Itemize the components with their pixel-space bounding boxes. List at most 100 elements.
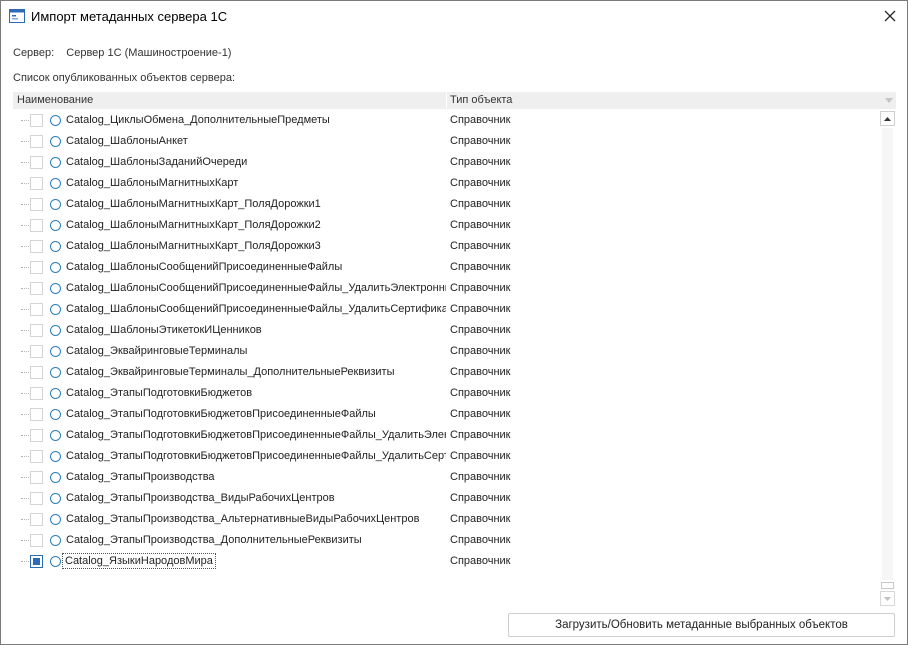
- row-type: Справочник: [450, 534, 511, 546]
- row-type: Справочник: [450, 114, 511, 126]
- chevron-up-icon: [884, 116, 891, 121]
- table-row[interactable]: Catalog_ШаблоныМагнитныхКарт_ПоляДорожки…: [13, 194, 879, 215]
- header-menu-button[interactable]: [881, 93, 896, 108]
- circle-icon: [50, 262, 61, 273]
- table-row[interactable]: Catalog_ЭтапыПроизводства_ВидыРабочихЦен…: [13, 488, 879, 509]
- tree-connector: [21, 204, 29, 205]
- row-checkbox[interactable]: [30, 282, 43, 295]
- scroll-track[interactable]: [882, 128, 893, 580]
- table-row[interactable]: Catalog_ЭквайринговыеТерминалы_Дополните…: [13, 362, 879, 383]
- row-type: Справочник: [450, 303, 511, 315]
- row-type: Справочник: [450, 387, 511, 399]
- row-type: Справочник: [450, 261, 511, 273]
- tree-connector: [21, 351, 29, 352]
- row-checkbox[interactable]: [30, 324, 43, 337]
- table-row[interactable]: Catalog_ШаблоныМагнитныхКарт_ПоляДорожки…: [13, 215, 879, 236]
- objects-grid[interactable]: Наименование Тип объекта Catalog_ЦиклыОб…: [13, 92, 896, 608]
- objects-list-caption: Список опубликованных объектов сервера:: [13, 72, 236, 84]
- circle-icon: [50, 493, 61, 504]
- row-checkbox[interactable]: [30, 261, 43, 274]
- row-checkbox[interactable]: [30, 366, 43, 379]
- row-checkbox[interactable]: [30, 492, 43, 505]
- row-checkbox[interactable]: [30, 471, 43, 484]
- circle-icon: [50, 325, 61, 336]
- row-checkbox[interactable]: [30, 534, 43, 547]
- table-row[interactable]: Catalog_ШаблоныСообщенийПрисоединенныеФа…: [13, 257, 879, 278]
- row-checkbox[interactable]: [30, 513, 43, 526]
- column-header-type[interactable]: Тип объекта: [450, 94, 512, 106]
- table-row[interactable]: Catalog_ЭтапыПроизводства Справочник: [13, 467, 879, 488]
- row-name: Catalog_ШаблоныМагнитныхКарт: [66, 177, 239, 189]
- row-name: Catalog_ШаблоныМагнитныхКарт_ПоляДорожки…: [66, 240, 321, 252]
- circle-icon: [50, 199, 61, 210]
- table-row[interactable]: Catalog_ЭтапыПодготовкиБюджетовПрисоедин…: [13, 404, 879, 425]
- row-checkbox[interactable]: [30, 408, 43, 421]
- row-checkbox[interactable]: [30, 240, 43, 253]
- circle-icon: [50, 451, 61, 462]
- table-row[interactable]: Catalog_ЭквайринговыеТерминалы Справочник: [13, 341, 879, 362]
- row-type: Справочник: [450, 450, 511, 462]
- row-checkbox[interactable]: [30, 198, 43, 211]
- row-type: Справочник: [450, 471, 511, 483]
- server-label: Сервер:: [13, 47, 55, 59]
- table-row[interactable]: Catalog_ЦиклыОбмена_ДополнительныеПредме…: [13, 110, 879, 131]
- load-metadata-button[interactable]: Загрузить/Обновить метаданные выбранных …: [508, 613, 895, 637]
- table-row[interactable]: Catalog_ШаблоныМагнитныхКарт Справочник: [13, 173, 879, 194]
- tree-connector: [21, 330, 29, 331]
- table-row[interactable]: Catalog_ШаблоныСообщенийПрисоединенныеФа…: [13, 278, 879, 299]
- scroll-up-button[interactable]: [880, 111, 895, 126]
- row-name: Catalog_ШаблоныСообщенийПрисоединенныеФа…: [66, 303, 446, 315]
- server-value: Сервер 1С (Машиностроение-1): [66, 47, 232, 59]
- table-row[interactable]: Catalog_ЭтапыПроизводства_Дополнительные…: [13, 530, 879, 551]
- row-type: Справочник: [450, 366, 511, 378]
- row-checkbox[interactable]: [30, 345, 43, 358]
- row-name: Catalog_ЭтапыПроизводства_Альтернативные…: [66, 513, 420, 525]
- vertical-scrollbar[interactable]: [879, 110, 896, 608]
- scroll-thumb[interactable]: [881, 582, 894, 589]
- column-separator[interactable]: [446, 93, 447, 108]
- row-name: Catalog_ШаблоныАнкет: [66, 135, 188, 147]
- table-row[interactable]: Catalog_ШаблоныАнкет Справочник: [13, 131, 879, 152]
- row-checkbox[interactable]: [30, 156, 43, 169]
- row-checkbox[interactable]: [30, 135, 43, 148]
- tree-connector: [21, 246, 29, 247]
- row-checkbox[interactable]: [30, 555, 43, 568]
- row-name: Catalog_ШаблоныЭтикетокИЦенников: [66, 324, 262, 336]
- row-checkbox[interactable]: [30, 429, 43, 442]
- tree-connector: [21, 162, 29, 163]
- tree-connector: [21, 183, 29, 184]
- row-name: Catalog_ШаблоныСообщенийПрисоединенныеФа…: [66, 261, 343, 273]
- column-header-name[interactable]: Наименование: [17, 94, 93, 106]
- row-name: Catalog_ЭквайринговыеТерминалы_Дополните…: [66, 366, 395, 378]
- row-name: Catalog_ЭтапыПодготовкиБюджетовПрисоедин…: [66, 450, 446, 462]
- tree-connector: [21, 477, 29, 478]
- grid-rows: Catalog_ЦиклыОбмена_ДополнительныеПредме…: [13, 110, 879, 608]
- row-name: Catalog_ШаблоныЗаданийОчереди: [66, 156, 248, 168]
- table-row[interactable]: Catalog_ШаблоныМагнитныхКарт_ПоляДорожки…: [13, 236, 879, 257]
- row-checkbox[interactable]: [30, 219, 43, 232]
- table-row[interactable]: Catalog_ЯзыкиНародовМира Справочник: [13, 551, 879, 572]
- row-checkbox[interactable]: [30, 387, 43, 400]
- table-row[interactable]: Catalog_ЭтапыПроизводства_Альтернативные…: [13, 509, 879, 530]
- circle-icon: [50, 346, 61, 357]
- table-row[interactable]: Catalog_ЭтапыПодготовкиБюджетов Справочни…: [13, 383, 879, 404]
- row-checkbox[interactable]: [30, 114, 43, 127]
- table-row[interactable]: Catalog_ШаблоныЗаданийОчереди Справочник: [13, 152, 879, 173]
- table-row[interactable]: Catalog_ШаблоныЭтикетокИЦенников Справочн…: [13, 320, 879, 341]
- table-row[interactable]: Catalog_ЭтапыПодготовкиБюджетовПрисоедин…: [13, 446, 879, 467]
- row-checkbox[interactable]: [30, 303, 43, 316]
- row-type: Справочник: [450, 513, 511, 525]
- table-row[interactable]: Catalog_ШаблоныСообщенийПрисоединенныеФа…: [13, 299, 879, 320]
- row-checkbox[interactable]: [30, 177, 43, 190]
- table-row[interactable]: Catalog_ЭтапыПодготовкиБюджетовПрисоедин…: [13, 425, 879, 446]
- row-name: Catalog_ЭтапыПроизводства: [66, 471, 215, 483]
- circle-icon: [50, 283, 61, 294]
- circle-icon: [50, 220, 61, 231]
- scroll-down-button[interactable]: [880, 591, 895, 606]
- row-type: Справочник: [450, 324, 511, 336]
- row-name: Catalog_ШаблоныМагнитныхКарт_ПоляДорожки…: [66, 198, 321, 210]
- tree-connector: [21, 393, 29, 394]
- row-checkbox[interactable]: [30, 450, 43, 463]
- close-button[interactable]: [879, 5, 901, 27]
- row-type: Справочник: [450, 219, 511, 231]
